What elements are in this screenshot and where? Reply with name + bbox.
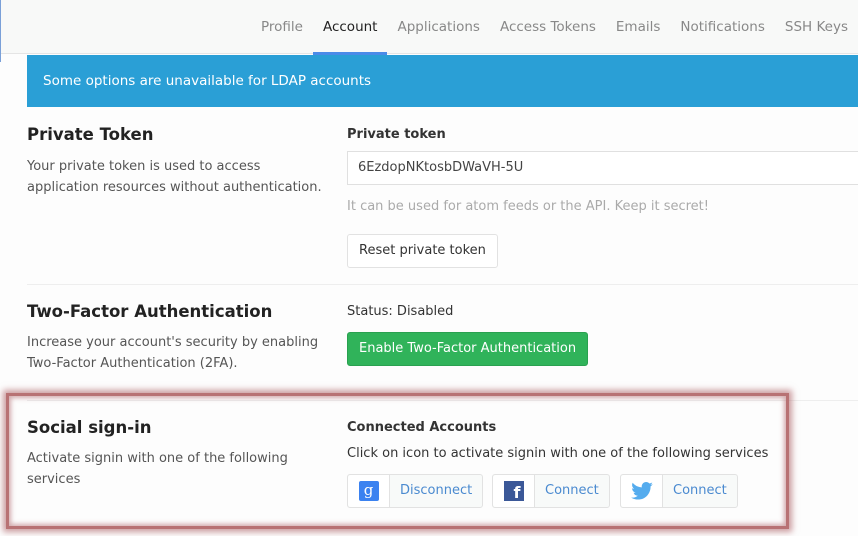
tab-ssh-keys[interactable]: SSH Keys xyxy=(775,0,858,54)
google-signin-button[interactable]: g Disconnect xyxy=(347,474,484,508)
private-token-help: It can be used for atom feeds or the API… xyxy=(347,199,709,214)
connected-accounts-help: Click on icon to activate signin with on… xyxy=(347,446,769,461)
private-token-description: Your private token is used to access app… xyxy=(27,159,322,195)
ldap-info-banner: Some options are unavailable for LDAP ac… xyxy=(27,55,858,107)
divider xyxy=(27,400,858,401)
social-signin-title: Social sign-in xyxy=(27,418,152,437)
tab-profile[interactable]: Profile xyxy=(251,0,313,54)
google-disconnect-label: Disconnect xyxy=(400,483,473,498)
facebook-signin-button[interactable]: f Connect xyxy=(492,474,610,508)
enable-two-factor-button[interactable]: Enable Two-Factor Authentication xyxy=(347,332,589,366)
twitter-signin-button[interactable]: Connect xyxy=(620,474,738,508)
twitter-icon xyxy=(630,482,653,500)
facebook-connect-label: Connect xyxy=(545,483,599,498)
two-factor-status: Status: Disabled xyxy=(347,304,454,319)
settings-tabs: Profile Account Applications Access Toke… xyxy=(251,0,858,55)
google-icon: g xyxy=(358,481,379,501)
connected-accounts-label: Connected Accounts xyxy=(347,420,497,435)
private-token-label: Private token xyxy=(347,127,446,142)
tab-account[interactable]: Account xyxy=(312,0,388,55)
top-nav-bar: Profile Account Applications Access Toke… xyxy=(0,0,858,55)
tab-access-tokens[interactable]: Access Tokens xyxy=(490,0,606,54)
social-signin-description: Activate signin with one of the followin… xyxy=(27,451,288,487)
private-token-input[interactable]: 6EzdopNKtosbDWaVH-5U xyxy=(347,151,858,185)
two-factor-title: Two-Factor Authentication xyxy=(27,302,273,321)
tab-emails[interactable]: Emails xyxy=(606,0,671,54)
twitter-connect-label: Connect xyxy=(673,483,727,498)
tab-applications[interactable]: Applications xyxy=(387,0,489,54)
two-factor-description: Increase your account's security by enab… xyxy=(27,335,319,371)
divider xyxy=(27,284,858,285)
reset-private-token-button[interactable]: Reset private token xyxy=(347,234,498,268)
sidebar-edge xyxy=(0,0,1,62)
facebook-icon: f xyxy=(503,481,524,502)
tab-notifications[interactable]: Notifications xyxy=(670,0,775,54)
private-token-title: Private Token xyxy=(27,125,154,144)
